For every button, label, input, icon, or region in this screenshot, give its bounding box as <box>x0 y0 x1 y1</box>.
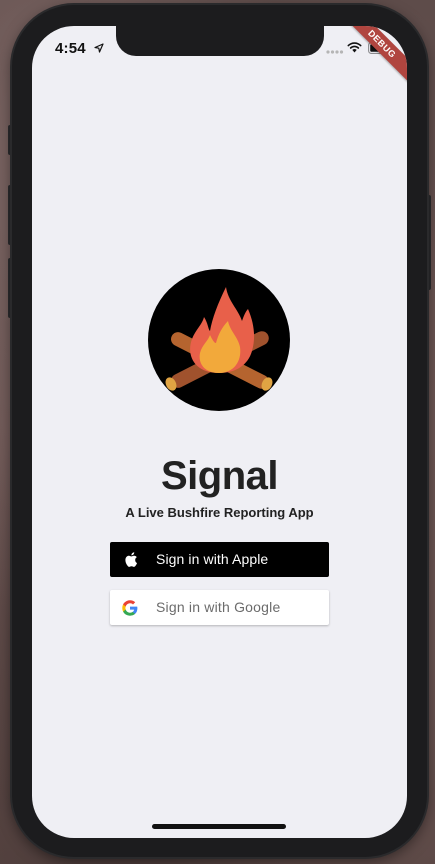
wifi-icon <box>347 42 362 53</box>
app-screen: 4:54 DEBUG Signal A Live Bushfire Report… <box>32 26 407 838</box>
sign-in-with-apple-button[interactable]: Sign in with Apple <box>110 542 329 577</box>
app-title: Signal <box>160 454 279 498</box>
sign-in-with-google-button[interactable]: Sign in with Google <box>110 590 329 625</box>
google-logo-icon <box>122 600 138 616</box>
device-notch <box>116 26 324 56</box>
sign-in-with-google-label: Sign in with Google <box>156 599 281 615</box>
location-arrow-icon <box>94 43 104 53</box>
apple-logo-icon <box>125 552 137 567</box>
status-bar-time: 4:54 <box>55 40 86 57</box>
campfire-icon <box>165 287 273 391</box>
home-indicator[interactable] <box>152 824 286 829</box>
sign-in-with-apple-label: Sign in with Apple <box>156 551 269 567</box>
app-subtitle: A Live Bushfire Reporting App <box>125 505 314 520</box>
power-button <box>427 195 431 290</box>
cellular-signal-icon <box>326 50 344 54</box>
app-logo <box>148 269 290 411</box>
